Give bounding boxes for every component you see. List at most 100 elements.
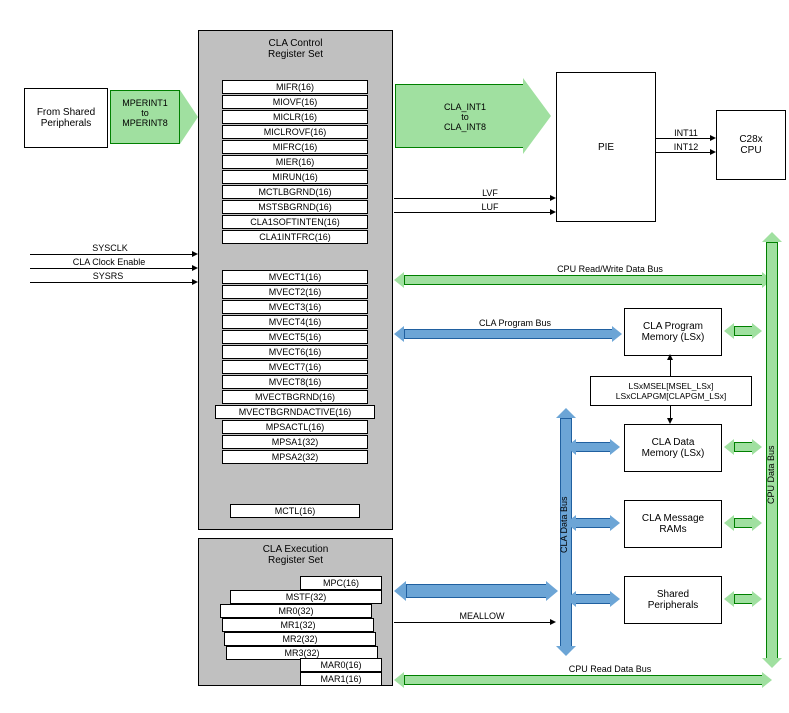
cpu-box: C28x CPU (716, 110, 786, 180)
claclk-label: CLA Clock Enable (54, 257, 164, 267)
blue-conn-1hl (566, 439, 576, 455)
sysclk-ah (192, 251, 198, 257)
reg-mvect516: MVECT5(16) (222, 330, 368, 344)
reg-mar016: MAR0(16) (300, 658, 382, 672)
msel-box: LSxMSEL[MSEL_LSx] LSxCLAPGM[CLAPGM_LSx] (590, 376, 752, 406)
grn-conn-3 (734, 594, 754, 604)
lvf-line (394, 198, 554, 199)
reg-cla1intfrc16: CLA1INTFRC(16) (222, 230, 368, 244)
cla-msg-ram-box: CLA Message RAMs (624, 500, 722, 548)
reg-mctl: MCTL(16) (230, 504, 360, 518)
progbus-rhead (612, 326, 622, 342)
blue-conn-3hl (566, 591, 576, 607)
grn-conn-0r (752, 323, 762, 339)
cladata-top (556, 408, 576, 418)
claclk-ah (192, 265, 198, 271)
luf-line (394, 212, 554, 213)
shared-periph-box: Shared Peripherals (624, 576, 722, 624)
blue-conn-1h (610, 439, 620, 455)
reg-mvect416: MVECT4(16) (222, 315, 368, 329)
grn-conn-0l (724, 323, 734, 339)
grn-conn-1r (752, 439, 762, 455)
readbus-lhead (394, 672, 404, 688)
grn-conn-0 (734, 326, 754, 336)
reg-miclrovf16: MICLROVF(16) (222, 125, 368, 139)
progbus-label: CLA Program Bus (460, 318, 570, 328)
int12-line (656, 152, 714, 153)
int11-line (656, 138, 714, 139)
mperint-arrow-head (180, 90, 198, 144)
grn-conn-2l (724, 515, 734, 531)
readbus-rhead (762, 672, 772, 688)
reg-mstsbgrnd16: MSTSBGRND(16) (222, 200, 368, 214)
blue-conn-2 (574, 518, 612, 528)
blue-conn-exec-r (546, 581, 558, 601)
reg-mpsactl16: MPSACTL(16) (222, 420, 368, 434)
reg-mr232: MR2(32) (224, 632, 376, 646)
sysrs-label: SYSRS (78, 271, 138, 281)
sysrs-ah (192, 279, 198, 285)
reg-mier16: MIER(16) (222, 155, 368, 169)
cla-exec-title: CLA Execution Register Set (198, 544, 393, 566)
grn-conn-2r (752, 515, 762, 531)
blue-conn-1 (574, 442, 612, 452)
rwbus-lhead (394, 272, 404, 288)
sysrs-line (30, 282, 196, 283)
reg-mvectbgrnd16: MVECTBGRND(16) (222, 390, 368, 404)
cla-int-arrow-label: CLA_INT1 to CLA_INT8 (410, 102, 520, 132)
reg-mpc: MPC(16) (300, 576, 382, 590)
luf-label: LUF (470, 202, 510, 212)
reg-mirun16: MIRUN(16) (222, 170, 368, 184)
cla-data-mem-box: CLA Data Memory (LSx) (624, 424, 722, 472)
sysclk-label: SYSCLK (80, 243, 140, 253)
reg-mvect116: MVECT1(16) (222, 270, 368, 284)
progbus-lhead (394, 326, 404, 342)
reg-mpsa232: MPSA2(32) (222, 450, 368, 464)
progbus (404, 329, 614, 339)
blue-conn-exec-l (394, 581, 406, 601)
blue-conn-exec (406, 584, 548, 598)
cpudata-top (762, 232, 782, 242)
reg-mvect316: MVECT3(16) (222, 300, 368, 314)
reg-cla1softinten16: CLA1SOFTINTEN(16) (222, 215, 368, 229)
blue-conn-3 (574, 594, 612, 604)
diagram-canvas: From Shared Peripherals MPERINT1 to MPER… (10, 10, 789, 703)
reg-miovf16: MIOVF(16) (222, 95, 368, 109)
reg-mvectbgrndactive16: MVECTBGRNDACTIVE(16) (215, 405, 375, 419)
reg-mvect716: MVECT7(16) (222, 360, 368, 374)
reg-mr132: MR1(32) (222, 618, 374, 632)
grn-conn-1 (734, 442, 754, 452)
cla-control-title: CLA Control Register Set (198, 38, 393, 60)
blue-conn-2hl (566, 515, 576, 531)
reg-mifrc16: MIFRC(16) (222, 140, 368, 154)
cpudata-bot (762, 658, 782, 668)
reg-mifr16: MIFR(16) (222, 80, 368, 94)
meallow-ah (550, 619, 556, 625)
reg-mpsa132: MPSA1(32) (222, 435, 368, 449)
grn-conn-1l (724, 439, 734, 455)
cladata-bot (556, 646, 576, 656)
meallow-line (394, 622, 554, 623)
readbus (404, 675, 764, 685)
mperint-arrow-label: MPERINT1 to MPERINT8 (112, 98, 178, 128)
pie-box: PIE (556, 72, 656, 222)
cla-int-arrow-head (523, 78, 551, 154)
meallow-label: MEALLOW (450, 611, 514, 621)
grn-conn-3l (724, 591, 734, 607)
reg-mar116: MAR1(16) (300, 672, 382, 686)
reg-mr032: MR0(32) (220, 604, 372, 618)
rwbus (404, 275, 764, 285)
blue-conn-2h (610, 515, 620, 531)
lvf-label: LVF (470, 188, 510, 198)
rwbus-label: CPU Read/Write Data Bus (530, 264, 690, 274)
reg-mstf: MSTF(32) (230, 590, 382, 604)
grn-conn-3r (752, 591, 762, 607)
reg-mctlbgrnd16: MCTLBGRND(16) (222, 185, 368, 199)
cpudata-label: CPU Data Bus (766, 430, 776, 520)
sysclk-line (30, 254, 196, 255)
reg-mvect816: MVECT8(16) (222, 375, 368, 389)
claclk-line (30, 268, 196, 269)
cla-prog-mem-box: CLA Program Memory (LSx) (624, 308, 722, 356)
int12-label: INT12 (666, 142, 706, 152)
reg-miclr16: MICLR(16) (222, 110, 368, 124)
